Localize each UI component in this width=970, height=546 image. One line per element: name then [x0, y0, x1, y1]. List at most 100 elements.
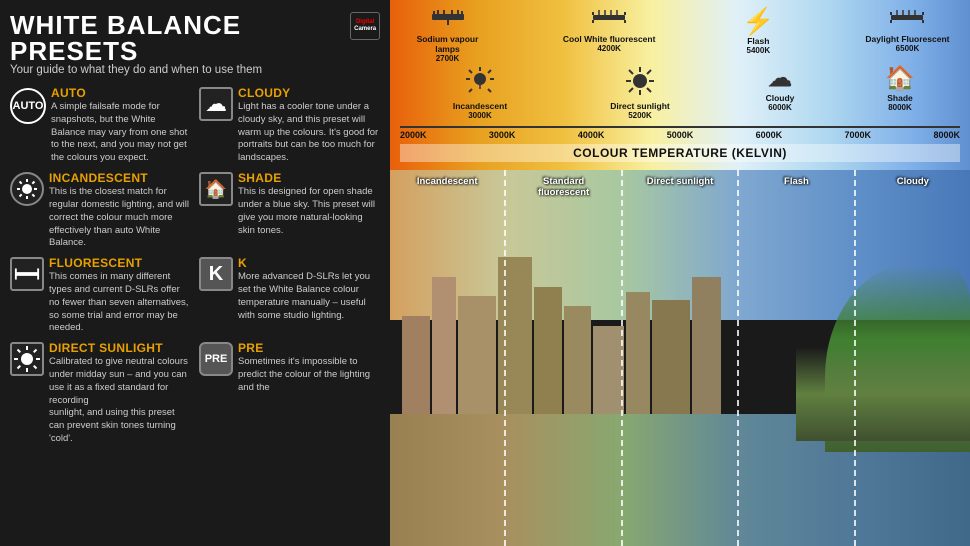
- shade-icon: 🏠: [199, 172, 233, 206]
- flash-kelvin: 5400K: [747, 46, 771, 55]
- shade-temp-kelvin: 8000K: [888, 103, 912, 112]
- preset-cloudy-text: Cloudy Light has a cooler tone under a c…: [238, 86, 380, 165]
- temp-icons-top: Sodium vapour lamps 2700K: [400, 8, 960, 63]
- header-row: WHITE BALANCE PRESETS Your guide to what…: [10, 12, 380, 82]
- preset-cloudy-desc: Light has a cooler tone under a cloudy s…: [238, 101, 380, 165]
- right-panel: Sodium vapour lamps 2700K: [390, 0, 970, 546]
- page-subtitle: Your guide to what they do and when to u…: [10, 64, 350, 76]
- photo-segment-flash: Flash: [739, 170, 855, 546]
- pre-icon: PRE: [199, 342, 233, 376]
- incandescent-temp-name: Incandescent: [453, 101, 507, 111]
- preset-fluorescent-desc: This comes in many different types and c…: [49, 271, 191, 335]
- main-container: WHITE BALANCE PRESETS Your guide to what…: [0, 0, 970, 546]
- temp-cloudy: ☁ Cloudy 6000K: [750, 67, 810, 120]
- preset-pre-text: PRE Sometimes it's impossible to predict…: [238, 341, 380, 394]
- preset-incandescent-text: Incandescent This is the closest match f…: [49, 171, 191, 250]
- temp-scale-2000: 2000K: [400, 130, 427, 140]
- preset-auto: AUTO AUTO A simple failsafe mode for sna…: [10, 86, 191, 165]
- flash-name: Flash: [747, 36, 769, 46]
- preset-pre: PRE PRE Sometimes it's impossible to pre…: [199, 341, 380, 446]
- sodium-kelvin: 2700K: [436, 54, 460, 63]
- temp-bar-section: Sodium vapour lamps 2700K: [390, 0, 970, 170]
- cloudy-temp-name: Cloudy: [766, 93, 795, 103]
- left-panel: WHITE BALANCE PRESETS Your guide to what…: [0, 0, 390, 546]
- temp-scale-4000: 4000K: [578, 130, 605, 140]
- preset-k-name: K: [238, 256, 380, 270]
- preset-direct-sunlight: Direct Sunlight Calibrated to give neutr…: [10, 341, 191, 446]
- sodium-name: Sodium vapour lamps: [405, 34, 490, 54]
- k-icon: K: [199, 257, 233, 291]
- preset-auto-name: AUTO: [51, 86, 191, 100]
- temp-scale-5000: 5000K: [667, 130, 694, 140]
- flash-icon: ⚡: [742, 8, 774, 34]
- preset-cloudy-name: Cloudy: [238, 86, 380, 100]
- temp-scale-6000: 6000K: [756, 130, 783, 140]
- fluorescent-icon: [10, 257, 44, 291]
- temp-scale-3000: 3000K: [489, 130, 516, 140]
- shade-temp-name: Shade: [887, 93, 913, 103]
- logo-badge: Digital Camera: [350, 12, 380, 40]
- cloudy-icon: ☁: [199, 87, 233, 121]
- photo-label-incandescent: Incandescent: [407, 176, 487, 187]
- temp-icons-bottom: Incandescent 3000K: [400, 67, 960, 120]
- cwf-name: Cool White fluorescent: [563, 34, 656, 44]
- preset-shade-text: Shade This is designed for open shade un…: [238, 171, 380, 237]
- preset-direct-sunlight-text: Direct Sunlight Calibrated to give neutr…: [49, 341, 191, 446]
- photo-segment-incandescent: Incandescent: [390, 170, 506, 546]
- direct-sunlight-icon: [10, 342, 44, 376]
- preset-direct-sunlight-desc2: sunlight, and using this preset can prev…: [49, 407, 191, 445]
- incandescent-temp-kelvin: 3000K: [468, 111, 492, 120]
- preset-cloudy: ☁ Cloudy Light has a cooler tone under a…: [199, 86, 380, 165]
- preset-incandescent-name: Incandescent: [49, 171, 191, 185]
- auto-icon: AUTO: [10, 88, 46, 124]
- photo-label-standard-fluorescent: Standard fluorescent: [524, 176, 604, 199]
- temp-shade: 🏠 Shade 8000K: [870, 67, 930, 120]
- preset-k: K K More advanced D-SLRs let you set the…: [199, 256, 380, 335]
- photo-segment-direct-sunlight: Direct sunlight: [623, 170, 739, 546]
- preset-auto-text: AUTO A simple failsafe mode for snapshot…: [51, 86, 191, 165]
- page-title: WHITE BALANCE PRESETS: [10, 12, 350, 64]
- sodium-lamp-icon: [430, 8, 466, 32]
- colour-temp-label: COLOUR TEMPERATURE (Kelvin): [400, 144, 960, 162]
- temp-flash: ⚡ Flash 5400K: [728, 8, 788, 63]
- preset-fluorescent: Fluorescent This comes in many different…: [10, 256, 191, 335]
- cloudy-temp-kelvin: 6000K: [768, 103, 792, 112]
- preset-k-text: K More advanced D-SLRs let you set the W…: [238, 256, 380, 322]
- photo-label-flash: Flash: [756, 176, 836, 187]
- preset-shade-name: Shade: [238, 171, 380, 185]
- preset-fluorescent-text: Fluorescent This comes in many different…: [49, 256, 191, 335]
- cwf-icon: [591, 8, 627, 32]
- photo-segment-cloudy: Cloudy: [856, 170, 970, 546]
- temp-sodium: Sodium vapour lamps 2700K: [405, 8, 490, 63]
- cloudy-temp-icon: ☁: [768, 67, 792, 91]
- preset-shade-desc: This is designed for open shade under a …: [238, 186, 380, 237]
- preset-direct-sunlight-name: Direct Sunlight: [49, 341, 191, 355]
- preset-shade: 🏠 Shade This is designed for open shade …: [199, 171, 380, 250]
- incandescent-icon: [10, 172, 44, 206]
- daylight-f-icon: [889, 8, 925, 32]
- temp-scale-7000: 7000K: [845, 130, 872, 140]
- preset-incandescent-desc: This is the closest match for regular do…: [49, 186, 191, 250]
- temp-scale-8000: 8000K: [933, 130, 960, 140]
- header-left: WHITE BALANCE PRESETS Your guide to what…: [10, 12, 350, 82]
- photo-label-direct-sunlight: Direct sunlight: [640, 176, 720, 187]
- photo-section: Incandescent Standard fluorescent Direct…: [390, 170, 970, 546]
- photo-segment-standard-fluorescent: Standard fluorescent: [506, 170, 622, 546]
- preset-k-desc: More advanced D-SLRs let you set the Whi…: [238, 271, 380, 322]
- daylight-f-kelvin: 6500K: [896, 44, 920, 53]
- direct-sun-temp-name: Direct sunlight: [610, 101, 670, 111]
- shade-temp-icon: 🏠: [885, 67, 915, 91]
- photo-dividers: Incandescent Standard fluorescent Direct…: [390, 170, 970, 546]
- preset-direct-sunlight-desc: Calibrated to give neutral colours under…: [49, 356, 191, 407]
- temp-direct-sun: Direct sunlight 5200K: [600, 67, 680, 120]
- preset-incandescent: Incandescent This is the closest match f…: [10, 171, 191, 250]
- temp-incandescent: Incandescent 3000K: [440, 67, 520, 120]
- presets-grid: AUTO AUTO A simple failsafe mode for sna…: [10, 86, 380, 450]
- photo-label-cloudy: Cloudy: [873, 176, 953, 187]
- incandescent-temp-icon: [466, 67, 494, 99]
- direct-sun-temp-icon: [626, 67, 654, 99]
- daylight-f-name: Daylight Fluorescent: [865, 34, 949, 44]
- temp-cwf: Cool White fluorescent 4200K: [562, 8, 657, 63]
- preset-pre-name: PRE: [238, 341, 380, 355]
- preset-auto-desc: A simple failsafe mode for snapshots, bu…: [51, 101, 191, 165]
